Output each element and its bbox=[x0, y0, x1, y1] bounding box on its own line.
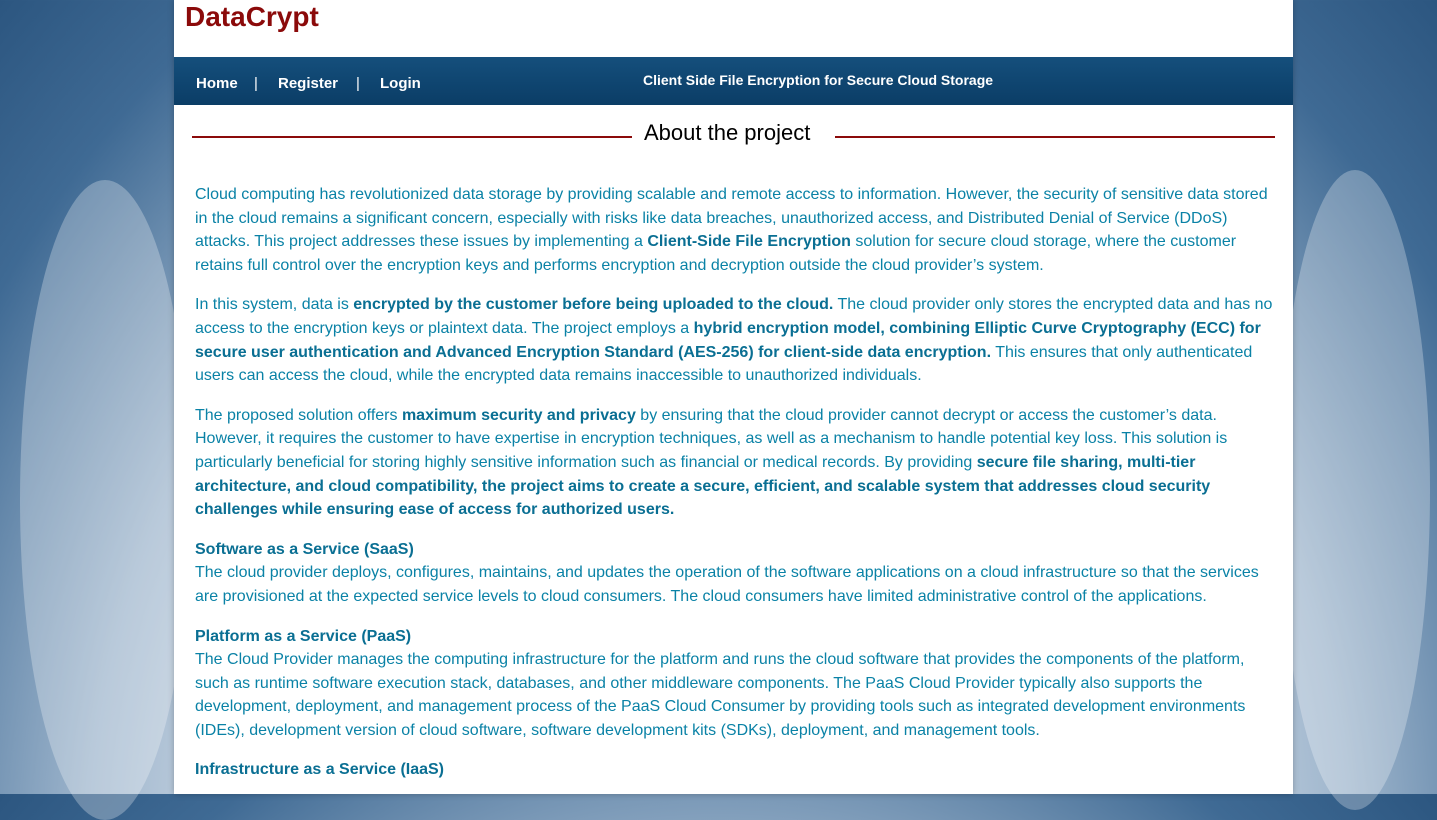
paragraph-paas: Platform as a Service (PaaS) The Cloud Pr… bbox=[195, 625, 1275, 743]
saas-text: The cloud provider deploys, configures, … bbox=[195, 564, 1259, 605]
paragraph-saas: Software as a Service (SaaS) The cloud pr… bbox=[195, 538, 1275, 609]
paas-text: The Cloud Provider manages the computing… bbox=[195, 651, 1246, 739]
bold-text: Client-Side File Encryption bbox=[647, 233, 851, 251]
paragraph-iaas: Infrastructure as a Service (IaaS) bbox=[195, 758, 1275, 782]
header: DataCrypt bbox=[174, 0, 1293, 57]
paragraph-system: In this system, data is encrypted by the… bbox=[195, 293, 1275, 387]
paas-heading: Platform as a Service (PaaS) bbox=[195, 627, 412, 645]
nav-login-link[interactable]: Login bbox=[380, 75, 421, 92]
nav-bar: Home | Register | Login Client Side File… bbox=[174, 57, 1293, 105]
about-content: Cloud computing has revolutionized data … bbox=[195, 183, 1275, 794]
section-title: About the project bbox=[644, 120, 811, 145]
site-tagline: Client Side File Encryption for Secure C… bbox=[643, 72, 994, 88]
site-logo[interactable]: DataCrypt bbox=[185, 1, 319, 33]
paragraph-intro: Cloud computing has revolutionized data … bbox=[195, 183, 1275, 277]
text: In this system, data is bbox=[195, 296, 354, 314]
background-decoration-right bbox=[1280, 170, 1430, 810]
title-rule-right bbox=[835, 136, 1275, 138]
title-rule-left bbox=[192, 136, 632, 138]
nav-register-link[interactable]: Register bbox=[278, 75, 338, 92]
section-title-row: About the project bbox=[192, 118, 1275, 152]
nav-home-link[interactable]: Home bbox=[196, 75, 238, 92]
page-container: DataCrypt Home | Register | Login Client… bbox=[174, 0, 1293, 794]
nav-separator: | bbox=[254, 75, 258, 92]
nav-separator: | bbox=[356, 75, 360, 92]
paragraph-solution: The proposed solution offers maximum sec… bbox=[195, 404, 1275, 522]
bold-text: encrypted by the customer before being u… bbox=[353, 296, 834, 314]
bold-text: maximum security and privacy bbox=[401, 406, 636, 424]
iaas-heading: Infrastructure as a Service (IaaS) bbox=[195, 761, 445, 779]
text: The proposed solution offers bbox=[195, 406, 402, 424]
background-decoration-left bbox=[20, 180, 190, 820]
saas-heading: Software as a Service (SaaS) bbox=[195, 540, 414, 558]
